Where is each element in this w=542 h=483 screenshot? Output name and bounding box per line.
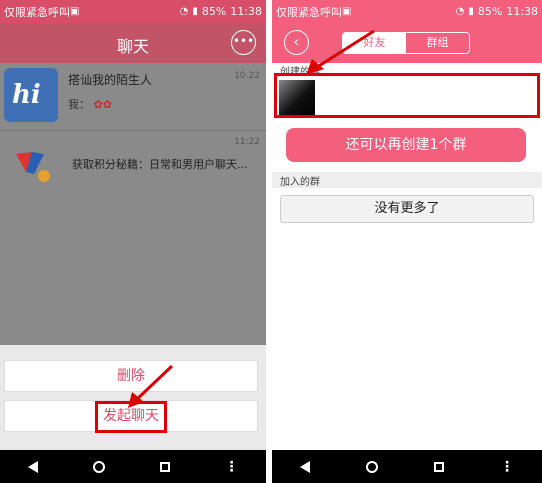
menu-dots-icon[interactable]: ⋮ bbox=[500, 460, 514, 474]
created-group-item[interactable] bbox=[274, 73, 540, 118]
page-title: 聊天 bbox=[116, 37, 149, 56]
no-more-button[interactable]: 没有更多了 bbox=[280, 195, 534, 223]
wifi-icon: ◔ bbox=[179, 6, 189, 17]
chat-header: 聊天 ••• bbox=[0, 23, 266, 63]
battery-text: 85% bbox=[201, 5, 227, 18]
chat-preview[interactable]: 获取积分秘籍：日常和男用户聊天... bbox=[72, 156, 248, 172]
navigation-bar: ⋮ bbox=[272, 450, 542, 483]
group-avatar bbox=[279, 80, 315, 115]
sim-icon: ▣ bbox=[70, 6, 80, 17]
navigation-bar: ⋮ bbox=[0, 450, 266, 483]
emoji-icon: ✿✿ bbox=[93, 98, 112, 111]
right-phone-screen: 仅限紧急呼叫 ▣ ◔ ▮ 85% 11:38 ‹ 好友 群组 创建的群 还可以再… bbox=[272, 0, 542, 483]
chevron-left-icon: ‹ bbox=[293, 32, 300, 51]
create-group-button[interactable]: 还可以再创建1个群 bbox=[286, 128, 526, 162]
chat-list: hi 搭讪我的陌生人 我： ✿✿ 10:22 11:22 获取积分秘籍：日常和男… bbox=[0, 63, 266, 345]
carrier-text: 仅限紧急呼叫 bbox=[4, 5, 70, 19]
battery-icon: ▮ bbox=[468, 6, 474, 17]
status-bar: 仅限紧急呼叫 ▣ ◔ ▮ 85% 11:38 bbox=[272, 0, 542, 23]
time-text: 11:38 bbox=[230, 5, 262, 18]
avatar: hi bbox=[4, 68, 58, 122]
section-label-joined: 加入的群 bbox=[280, 177, 320, 188]
action-sheet: 删除 发起聊天 bbox=[0, 345, 266, 450]
highlight-box bbox=[95, 401, 167, 433]
menu-dots-icon[interactable]: ⋮ bbox=[225, 460, 239, 474]
chat-time: 11:22 bbox=[234, 137, 260, 147]
back-button[interactable]: ‹ bbox=[284, 30, 309, 55]
sim-icon: ▣ bbox=[342, 6, 352, 17]
list-item[interactable]: hi 搭讪我的陌生人 我： ✿✿ 10:22 bbox=[0, 63, 266, 122]
more-horizontal-icon: ••• bbox=[232, 34, 255, 48]
divider bbox=[0, 130, 266, 131]
left-phone-screen: 仅限紧急呼叫 ▣ ◔ ▮ 85% 11:38 聊天 ••• hi 搭讪我的陌生人… bbox=[0, 0, 266, 483]
recent-square-icon[interactable] bbox=[159, 461, 170, 472]
chat-preview: 我： ✿✿ bbox=[68, 98, 112, 111]
back-triangle-icon[interactable] bbox=[300, 460, 310, 473]
tab-groups[interactable]: 群组 bbox=[406, 33, 469, 53]
battery-text: 85% bbox=[477, 5, 503, 18]
tab-friends[interactable]: 好友 bbox=[343, 33, 406, 53]
carrier-text: 仅限紧急呼叫 bbox=[276, 5, 342, 19]
chat-time: 10:22 bbox=[234, 71, 260, 81]
more-button[interactable]: ••• bbox=[231, 30, 256, 55]
back-triangle-icon[interactable] bbox=[27, 460, 38, 473]
app-logo-icon bbox=[16, 152, 50, 182]
home-circle-icon[interactable] bbox=[366, 460, 378, 473]
status-bar: 仅限紧急呼叫 ▣ ◔ ▮ 85% 11:38 bbox=[0, 0, 266, 23]
wifi-icon: ◔ bbox=[455, 6, 465, 17]
recent-square-icon[interactable] bbox=[434, 461, 444, 472]
group-header: ‹ 好友 群组 bbox=[272, 23, 542, 63]
delete-button[interactable]: 删除 bbox=[4, 360, 258, 392]
tab-switcher: 好友 群组 bbox=[342, 32, 470, 54]
time-text: 11:38 bbox=[506, 5, 538, 18]
battery-icon: ▮ bbox=[192, 6, 198, 17]
chat-name: 搭讪我的陌生人 bbox=[68, 73, 153, 87]
home-circle-icon[interactable] bbox=[92, 460, 105, 473]
